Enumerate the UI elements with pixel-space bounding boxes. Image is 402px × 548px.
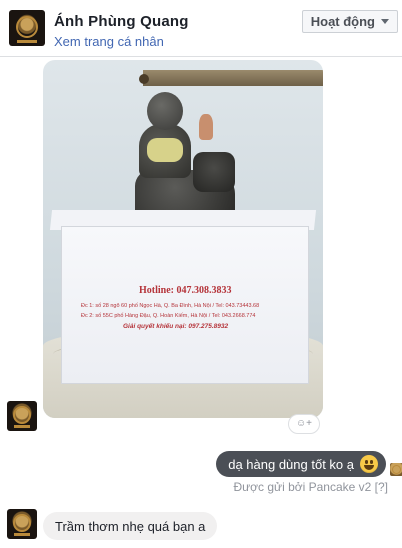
contact-avatar-small[interactable] — [7, 401, 37, 431]
add-reaction-button[interactable]: ☺+ — [288, 414, 320, 434]
smiley-emoji-icon — [360, 455, 378, 473]
avatar-ring-icon — [16, 16, 38, 38]
avatar-ring-icon — [13, 406, 31, 424]
sent-by-label: Được gửi bởi Pancake v2 [?] — [233, 480, 388, 494]
photo-address-2: Đc 2: số 55C phố Hàng Đậu, Q. Hoàn Kiếm,… — [81, 313, 256, 319]
avatar-tag — [14, 425, 30, 428]
view-profile-link[interactable]: Xem trang cá nhân — [54, 34, 164, 49]
photo-shelf-end — [139, 74, 149, 84]
avatar-ring-icon — [392, 465, 401, 474]
chevron-down-icon — [381, 19, 389, 24]
photo-incense-cone — [199, 114, 213, 140]
photo-buddha-head — [147, 92, 183, 130]
photo-buddha-hands — [147, 138, 183, 162]
photo-wall-shelf — [143, 70, 323, 86]
photo-address-1: Đc 1: số 28 ngõ 60 phố Ngọc Hà, Q. Ba Đì… — [81, 303, 260, 309]
contact-avatar-small[interactable] — [7, 509, 37, 539]
status-label: Hoạt động — [310, 14, 375, 29]
avatar-tag — [14, 533, 30, 536]
avatar-ring-icon — [13, 514, 31, 532]
message-text: Trầm thơm nhẹ quá bạn a — [55, 518, 206, 534]
contact-avatar[interactable] — [9, 10, 45, 46]
photo-rock-top — [193, 152, 235, 192]
photo-hotline-text: Hotline: 047.308.3833 — [139, 285, 232, 296]
sender-avatar-tiny — [390, 463, 402, 476]
photo-complaint-line: Giải quyết khiếu nại: 097.275.8932 — [123, 323, 229, 330]
shared-photo[interactable]: Hotline: 047.308.3833 Đc 1: số 28 ngõ 60… — [43, 60, 323, 418]
status-dropdown[interactable]: Hoạt động — [301, 10, 398, 33]
outgoing-message-bubble[interactable]: dạ hàng dùng tốt ko ạ — [216, 451, 386, 477]
avatar-tag — [17, 40, 37, 43]
conversation-header: Ánh Phùng Quang Xem trang cá nhân Hoạt đ… — [0, 0, 402, 57]
contact-name[interactable]: Ánh Phùng Quang — [54, 13, 189, 30]
incoming-message-bubble[interactable]: Trầm thơm nhẹ quá bạn a — [43, 512, 218, 540]
message-text: dạ hàng dùng tốt ko ạ — [228, 456, 354, 472]
